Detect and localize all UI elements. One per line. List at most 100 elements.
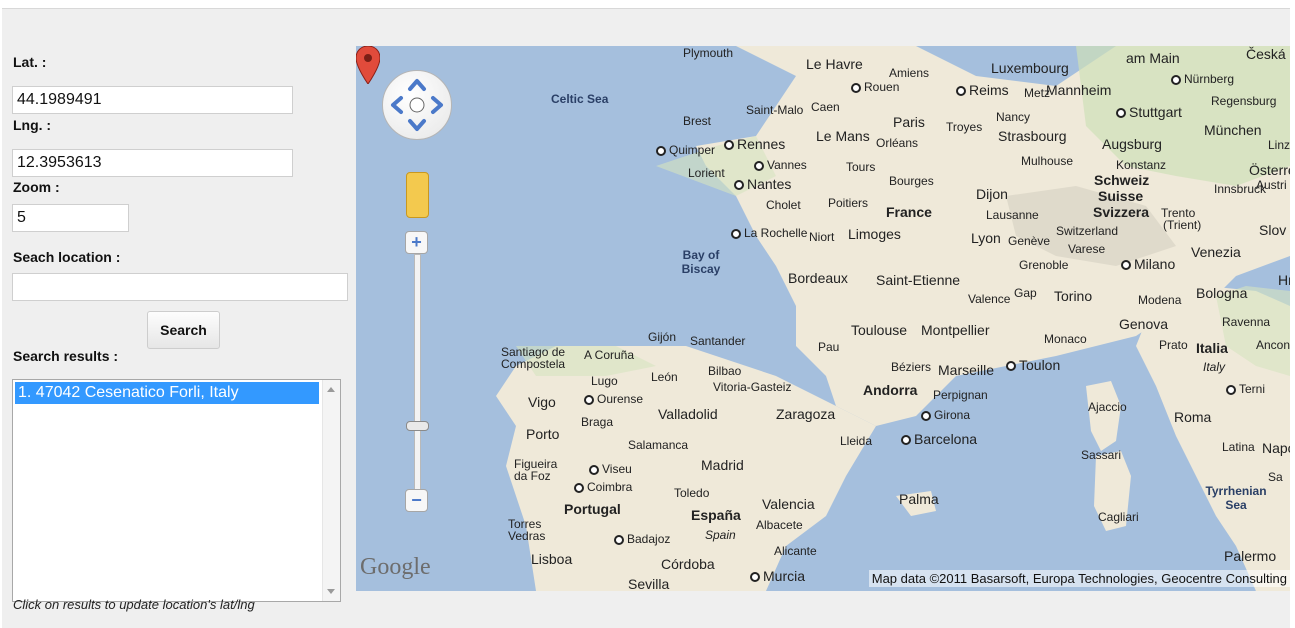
map-label-schweiz: Schweiz — [1094, 172, 1150, 188]
google-logo: Google — [360, 554, 431, 580]
map-label-rouen: Rouen — [851, 80, 899, 94]
map-label-lugo: Lugo — [591, 374, 618, 388]
zoom-out-button[interactable]: − — [405, 489, 428, 512]
map-label-france: France — [886, 204, 932, 220]
map-label-valence: Valence — [968, 292, 1011, 306]
map-label-slov: Slov — [1259, 222, 1287, 238]
map-label-quimper: Quimper — [656, 143, 715, 157]
map-label-andorra: Andorra — [863, 382, 918, 398]
map-label-alicante: Alicante — [774, 544, 817, 558]
map-label-austri: Austri — [1256, 178, 1287, 192]
map-label-reims: Reims — [956, 82, 1009, 98]
zoom-slider-thumb[interactable] — [406, 421, 429, 431]
map-label-la-rochelle: La Rochelle — [731, 226, 807, 240]
map-label-modena: Modena — [1138, 293, 1182, 307]
map-label-paris: Paris — [893, 114, 925, 130]
map-label-mannheim: Mannheim — [1046, 82, 1112, 98]
map-label-beziers: Béziers — [891, 360, 932, 374]
map-label-torino: Torino — [1054, 288, 1093, 304]
map-label-badajoz: Badajoz — [614, 532, 670, 546]
map-label-terni: Terni — [1226, 382, 1265, 396]
map-label-limoges: Limoges — [848, 226, 901, 242]
map-label-ravenna: Ravenna — [1222, 315, 1271, 329]
map-label-tyrrhenian-sea: Tyrrhenian Sea — [1205, 484, 1267, 512]
map-label-bologna: Bologna — [1196, 285, 1248, 301]
results-scrollbar[interactable] — [322, 380, 340, 601]
map-label-italy: Italy — [1203, 360, 1226, 374]
map-label-viseu: Viseu — [589, 462, 632, 476]
map-label-caen: Caen — [811, 100, 840, 114]
map-label-lisboa: Lisboa — [531, 551, 573, 567]
map-label-regensburg: Regensburg — [1211, 94, 1277, 108]
map-label-vitoria: Vitoria-Gasteiz — [713, 380, 792, 394]
map-label-poitiers: Poitiers — [828, 196, 869, 210]
map-label-le-havre: Le Havre — [806, 56, 863, 72]
map-label-barcelona: Barcelona — [901, 431, 977, 447]
map-pan-control[interactable] — [382, 70, 452, 140]
map-label-niort: Niort — [809, 230, 835, 244]
map-label-cagliari: Cagliari — [1098, 510, 1139, 524]
map-label-toulouse: Toulouse — [851, 322, 908, 338]
map-label-santander: Santander — [690, 334, 746, 348]
zoom-in-button[interactable]: + — [405, 231, 428, 254]
map-label-espana: España — [691, 507, 741, 523]
search-results-list[interactable]: 1. 47042 Cesenatico Forli, Italy — [12, 379, 341, 602]
map-label-leon: León — [651, 370, 678, 384]
map-label-amiens: Amiens — [889, 66, 930, 80]
map-label-suisse: Suisse — [1098, 188, 1144, 204]
map-label-valladolid: Valladolid — [658, 406, 718, 422]
map-label-napoli: Napo — [1262, 440, 1290, 456]
map-label-augsburg: Augsburg — [1102, 136, 1162, 152]
map-label-sa: Sa — [1268, 470, 1283, 484]
map-label-pau: Pau — [818, 340, 840, 354]
scroll-down-icon[interactable] — [327, 589, 335, 594]
map-label-torres-vedras: Torres Vedras — [508, 517, 546, 543]
search-result-item[interactable]: 1. 47042 Cesenatico Forli, Italy — [15, 382, 319, 404]
map-label-palma: Palma — [899, 491, 939, 507]
map-label-roma: Roma — [1174, 409, 1212, 425]
map-label-latina: Latina — [1222, 440, 1255, 454]
map-label-ancona: Ancona — [1256, 338, 1290, 352]
map-label-ceska: Česká — [1246, 46, 1286, 62]
map-label-geneve: Genève — [1008, 234, 1051, 248]
map-label-perpignan: Perpignan — [933, 388, 988, 402]
map-label-orleans: Orléans — [876, 136, 919, 150]
map-label-lleida: Lleida — [840, 434, 873, 448]
map-label-vigo: Vigo — [528, 394, 556, 410]
zoom-input[interactable]: 5 — [12, 204, 129, 232]
map-label-bordeaux: Bordeaux — [788, 270, 848, 286]
map-label-stuttgart: Stuttgart — [1116, 104, 1182, 120]
lat-input[interactable]: 44.1989491 — [12, 86, 293, 114]
map-label-prato: Prato — [1159, 338, 1188, 352]
map-label-tours: Tours — [846, 160, 876, 174]
lng-input[interactable]: 12.3953613 — [12, 149, 293, 177]
map-label-bilbao: Bilbao — [708, 364, 742, 378]
map-view[interactable]: Le Havre Amiens Luxembourg am Main Česká… — [356, 46, 1290, 591]
map-label-sassari: Sassari — [1081, 448, 1122, 462]
map-label-marseille: Marseille — [938, 362, 995, 378]
search-input[interactable] — [12, 273, 348, 301]
map-label-albacete: Albacete — [756, 518, 803, 532]
map-label-rennes: Rennes — [724, 136, 785, 152]
street-view-pegman-icon[interactable] — [406, 172, 429, 218]
scroll-up-icon[interactable] — [327, 387, 335, 392]
map-label-murcia: Murcia — [750, 568, 805, 584]
map-label-munchen: München — [1204, 122, 1262, 138]
map-label-konstanz: Konstanz — [1116, 158, 1167, 172]
map-label-saint-malo: Saint-Malo — [746, 103, 804, 117]
search-button[interactable]: Search — [147, 311, 220, 349]
results-hint: Click on results to update location's la… — [13, 597, 255, 612]
map-label-grenoble: Grenoble — [1019, 258, 1069, 272]
lat-label: Lat. : — [13, 54, 47, 70]
location-marker-icon[interactable] — [356, 46, 380, 84]
map-label-spain: Spain — [705, 528, 736, 542]
map-label-zaragoza: Zaragoza — [776, 406, 836, 422]
map-label-toulon: Toulon — [1006, 357, 1060, 373]
map-label-hr: Hr — [1278, 272, 1290, 288]
map-label-coimbra: Coimbra — [574, 480, 632, 494]
pan-arrows-icon[interactable] — [383, 71, 451, 139]
map-label-nancy: Nancy — [996, 110, 1031, 124]
map-label-gap: Gap — [1014, 286, 1037, 300]
map-label-sevilla: Sevilla — [628, 576, 670, 591]
zoom-slider-track[interactable] — [414, 254, 421, 491]
